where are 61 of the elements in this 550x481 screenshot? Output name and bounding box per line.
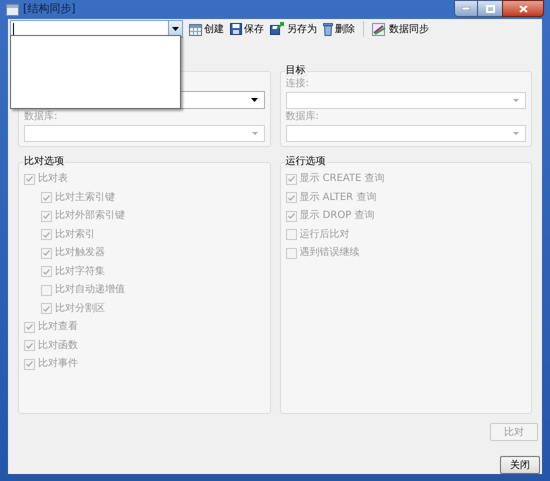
field-label: 数据库: [286, 111, 320, 123]
checkbox-label: 比对外部索引键 [55, 210, 125, 222]
close-button[interactable] [502, 0, 544, 17]
group-title: 目标 [284, 65, 306, 77]
sync-arrows-icon [372, 22, 387, 36]
checkbox-label: 显示 CREATE 查询 [300, 173, 385, 185]
dropdown-list[interactable] [10, 35, 181, 109]
checkbox-label: 显示 DROP 查询 [300, 210, 374, 222]
checkbox-label: 比对索引 [55, 228, 95, 240]
toolbar-button[interactable]: 另存为 [270, 22, 317, 36]
toolbar-button[interactable]: 删除 [323, 22, 355, 36]
check-icon [26, 342, 33, 348]
checkbox-label: 比对分割区 [55, 302, 105, 314]
check-icon [288, 194, 294, 200]
toolbar-button[interactable]: 创建 [189, 22, 224, 36]
checkbox-label: 运行后比对 [300, 228, 350, 240]
maximize-icon [486, 4, 494, 12]
check-icon [26, 176, 33, 182]
minimize-button[interactable] [454, 0, 478, 17]
checkbox-label: 比对自动递增值 [55, 284, 125, 296]
checkbox-label: 比对字符集 [55, 266, 105, 278]
check-icon [43, 213, 50, 219]
group-title: 比对选项 [23, 156, 65, 168]
database-combo[interactable] [286, 125, 526, 142]
checkbox-label: 比对函数 [38, 340, 78, 352]
field-label: 数据库: [24, 111, 58, 123]
checkbox-label: 比对触发器 [55, 247, 105, 259]
minimize-icon [462, 7, 470, 10]
maximize-button[interactable] [478, 0, 502, 17]
checkbox-label: 比对表 [38, 173, 68, 185]
database-combo[interactable] [24, 125, 264, 142]
toolbar-button[interactable]: 数据同步 [372, 22, 429, 36]
caret-icon [513, 132, 519, 135]
checkbox-label: 比对事件 [38, 358, 78, 370]
check-icon [43, 306, 50, 312]
check-icon [26, 361, 33, 367]
check-icon [43, 194, 50, 200]
caret-icon [513, 99, 519, 102]
save-as-icon [270, 22, 285, 36]
window-icon [6, 4, 19, 16]
check-icon [288, 176, 294, 182]
field-label: 连接: [286, 78, 310, 90]
checkbox-label: 比对查看 [38, 321, 78, 333]
checkbox-label: 显示 ALTER 查询 [300, 192, 376, 204]
check-icon [288, 213, 294, 219]
checkbox-label: 遇到错误继续 [300, 247, 360, 259]
caret-icon [250, 98, 258, 102]
dialog-button[interactable]: 关闭 [500, 456, 540, 474]
table-icon [189, 22, 202, 36]
check-icon [43, 232, 50, 238]
check-icon [43, 250, 50, 256]
window-title: [结构同步] [23, 1, 76, 18]
checkbox-label: 比对主索引键 [55, 192, 115, 204]
trash-can-icon [323, 22, 333, 36]
check-icon [43, 268, 50, 274]
caret-icon [172, 27, 179, 31]
toolbar-button[interactable]: 保存 [230, 22, 264, 36]
caret-icon [252, 132, 258, 135]
check-icon [26, 324, 33, 330]
group-title: 运行选项 [284, 156, 326, 168]
close-icon [518, 4, 528, 12]
